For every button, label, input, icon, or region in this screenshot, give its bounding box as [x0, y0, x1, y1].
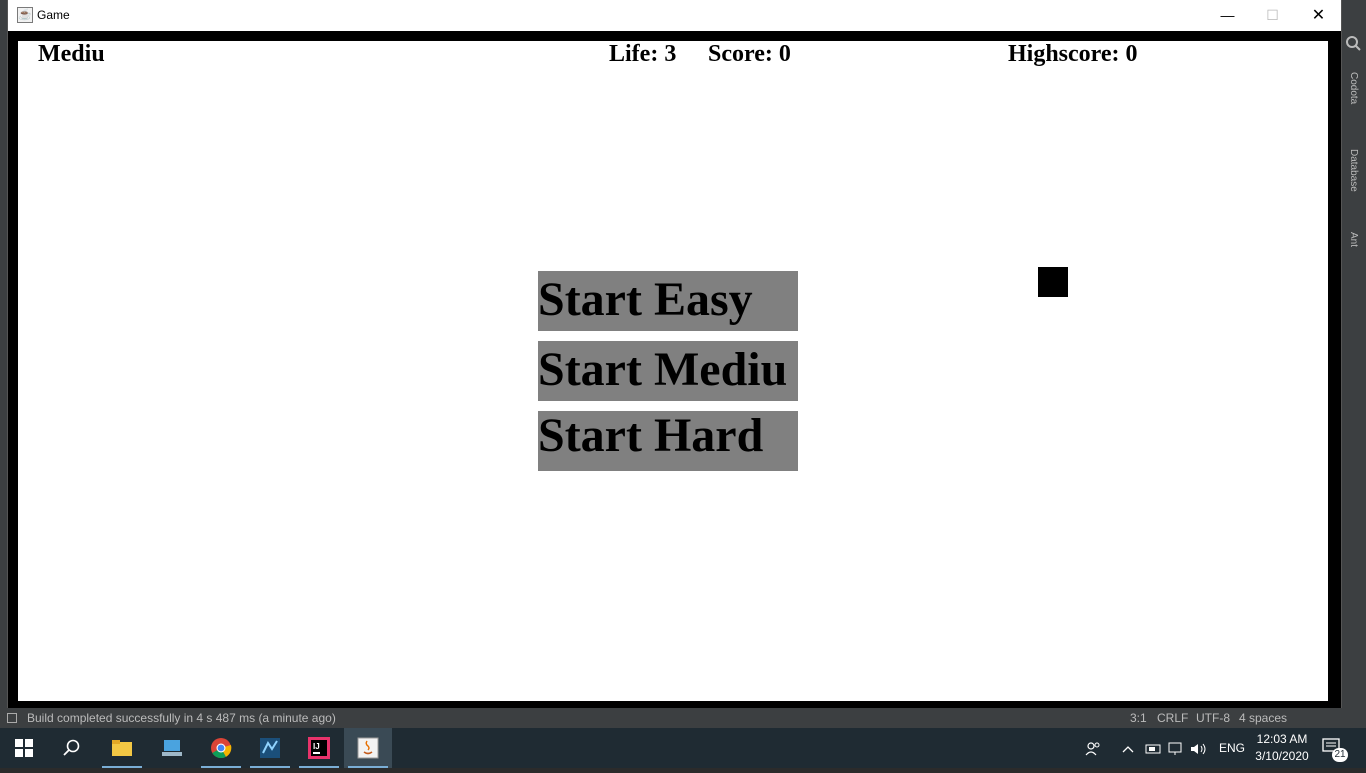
highscore-counter: Highscore: 0 — [1008, 41, 1138, 67]
java-icon[interactable] — [344, 728, 392, 768]
java-icon: ☕ — [17, 7, 33, 23]
svg-text:IJ: IJ — [313, 742, 320, 751]
status-toggle-icon[interactable] — [7, 713, 17, 723]
game-window: ☕ Game — ☐ ✕ Mediu Life: 3 Score: 0 High… — [8, 0, 1341, 711]
close-button[interactable]: ✕ — [1296, 0, 1341, 31]
line-ending[interactable]: CRLF — [1157, 708, 1188, 728]
app-icon[interactable] — [246, 728, 294, 768]
ide-tool-ant[interactable]: Ant — [1341, 228, 1366, 247]
file-explorer-icon[interactable] — [98, 728, 146, 768]
ide-tool-codota[interactable]: Codota — [1341, 68, 1366, 104]
ide-tool-window-strip — [1341, 0, 1366, 708]
chevron-up-icon[interactable] — [1122, 728, 1134, 768]
start-medium-button[interactable]: Start Mediu — [538, 341, 798, 401]
score-counter: Score: 0 — [708, 41, 791, 67]
clock-time: 12:03 AM — [1256, 732, 1308, 746]
ide-tool-label: Ant — [1348, 232, 1359, 248]
maximize-button[interactable]: ☐ — [1250, 0, 1295, 31]
ide-tool-label: Codota — [1348, 72, 1359, 105]
title-bar[interactable]: ☕ Game — ☐ ✕ — [8, 0, 1341, 31]
intellij-icon[interactable]: IJ — [295, 728, 343, 768]
system-tray-icons[interactable] — [1145, 728, 1211, 768]
caret-position[interactable]: 3:1 — [1130, 708, 1147, 728]
player-square — [1038, 267, 1068, 297]
file-encoding[interactable]: UTF-8 — [1196, 708, 1230, 728]
ide-status-bar: Build completed successfully in 4 s 487 … — [0, 708, 1366, 728]
windows-taskbar: IJ ENG 12:03 AM 3/10/2020 21 — [0, 728, 1366, 768]
notification-count-badge: 21 — [1332, 748, 1348, 762]
game-canvas[interactable]: Mediu Life: 3 Score: 0 Highscore: 0 Star… — [18, 41, 1328, 701]
people-icon[interactable] — [1085, 728, 1101, 768]
app-icon[interactable] — [148, 728, 196, 768]
chrome-icon[interactable] — [197, 728, 245, 768]
life-counter: Life: 3 — [609, 41, 677, 67]
clock-date: 3/10/2020 — [1255, 749, 1309, 763]
ide-tool-label: Database — [1348, 149, 1359, 192]
build-status-message[interactable]: Build completed successfully in 4 s 487 … — [27, 708, 336, 728]
ide-tool-database[interactable]: Database — [1341, 145, 1366, 192]
ide-left-edge — [0, 0, 8, 708]
difficulty-label: Mediu — [38, 41, 105, 67]
search-icon[interactable] — [48, 728, 96, 768]
window-title: Game — [37, 8, 70, 22]
indent-setting[interactable]: 4 spaces — [1239, 708, 1287, 728]
input-language[interactable]: ENG — [1219, 728, 1245, 768]
windows-start-icon[interactable] — [0, 728, 48, 768]
start-hard-button[interactable]: Start Hard — [538, 411, 798, 471]
start-easy-button[interactable]: Start Easy — [538, 271, 798, 331]
ide-search-icon[interactable] — [1341, 34, 1366, 55]
minimize-button[interactable]: — — [1205, 0, 1250, 31]
system-clock[interactable]: 12:03 AM 3/10/2020 — [1250, 731, 1314, 765]
